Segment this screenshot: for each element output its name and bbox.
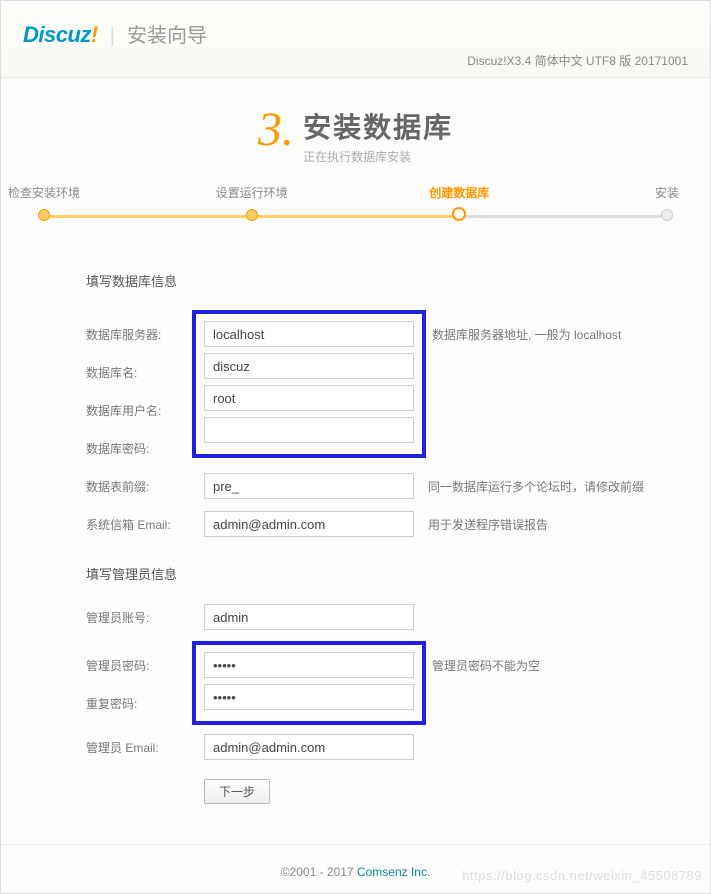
step-number: 3.: [258, 102, 294, 157]
db-pass-input[interactable]: [204, 417, 414, 443]
db-email-input[interactable]: [204, 511, 414, 537]
db-prefix-input[interactable]: [204, 473, 414, 499]
admin-section-title: 填写管理员信息: [86, 564, 650, 583]
progress-dot-done-icon: [38, 209, 50, 221]
step-subtitle: 正在执行数据库安装: [303, 148, 453, 165]
db-user-label: 数据库用户名:: [86, 402, 204, 419]
progress-dot-done-icon: [246, 209, 258, 221]
logo-text: Discuz: [23, 22, 91, 47]
db-email-label: 系统信箱 Email:: [86, 516, 204, 533]
progress-label-2: 设置运行环境: [216, 184, 288, 201]
db-prefix-hint: 同一数据库运行多个论坛时，请修改前缀: [428, 478, 644, 495]
form-area: 填写数据库信息 数据库服务器: 数据库名: 数据库用户名: 数据库密码: 数据库…: [1, 233, 710, 824]
progress-label-3: 创建数据库: [429, 184, 489, 201]
progress-dot-future-icon: [661, 209, 673, 221]
db-section-title: 填写数据库信息: [86, 271, 650, 290]
admin-highlight-box: [192, 641, 426, 725]
admin-email-label: 管理员 Email:: [86, 739, 204, 756]
db-host-label: 数据库服务器:: [86, 326, 204, 343]
logo: Discuz!: [23, 22, 98, 48]
admin-user-input[interactable]: [204, 604, 414, 630]
db-prefix-label: 数据表前缀:: [86, 478, 204, 495]
db-pass-label: 数据库密码:: [86, 440, 204, 457]
db-highlight-box: [192, 310, 426, 458]
installer-window: Discuz! | 安装向导 Discuz!X3.4 简体中文 UTF8 版 2…: [0, 0, 711, 894]
admin-user-label: 管理员账号:: [86, 609, 204, 626]
db-user-input[interactable]: [204, 385, 414, 411]
header-title: 安装向导: [127, 19, 207, 48]
step-heading: 3. 安装数据库 正在执行数据库安装: [1, 78, 710, 175]
progress-step-3: 创建数据库: [452, 193, 466, 221]
progress-step-2: 设置运行环境: [245, 193, 259, 221]
admin-pass2-input[interactable]: [204, 684, 414, 710]
footer: ©2001 - 2017 Comsenz Inc. https://blog.c…: [1, 844, 710, 893]
db-name-input[interactable]: [204, 353, 414, 379]
admin-pass-label: 管理员密码:: [86, 657, 204, 674]
version-text: Discuz!X3.4 简体中文 UTF8 版 20171001: [23, 52, 688, 69]
progress-label-4: 安装: [655, 184, 679, 201]
db-host-hint: 数据库服务器地址, 一般为 localhost: [432, 326, 621, 343]
db-host-input[interactable]: [204, 321, 414, 347]
progress-dot-current-icon: [452, 207, 466, 221]
step-title: 安装数据库: [303, 106, 453, 146]
progress-label-1: 检查安装环境: [8, 184, 80, 201]
next-button[interactable]: 下一步: [204, 779, 270, 804]
progress-step-4: 安装: [660, 193, 674, 221]
admin-pass2-label: 重复密码:: [86, 695, 204, 712]
watermark: https://blog.csdn.net/weixin_45508789: [462, 868, 702, 883]
header: Discuz! | 安装向导 Discuz!X3.4 简体中文 UTF8 版 2…: [1, 1, 710, 78]
header-divider: |: [110, 25, 115, 48]
company-link[interactable]: Comsenz Inc.: [357, 865, 430, 879]
admin-pass-input[interactable]: [204, 652, 414, 678]
db-email-hint: 用于发送程序错误报告: [428, 516, 548, 533]
db-name-label: 数据库名:: [86, 364, 204, 381]
progress-bar: 检查安装环境 设置运行环境 创建数据库 安装: [37, 193, 674, 233]
admin-email-input[interactable]: [204, 734, 414, 760]
admin-pass-hint: 管理员密码不能为空: [432, 657, 540, 674]
progress-step-1: 检查安装环境: [37, 193, 51, 221]
copyright-text: ©2001 - 2017: [281, 865, 357, 879]
logo-exclamation: !: [91, 22, 98, 47]
